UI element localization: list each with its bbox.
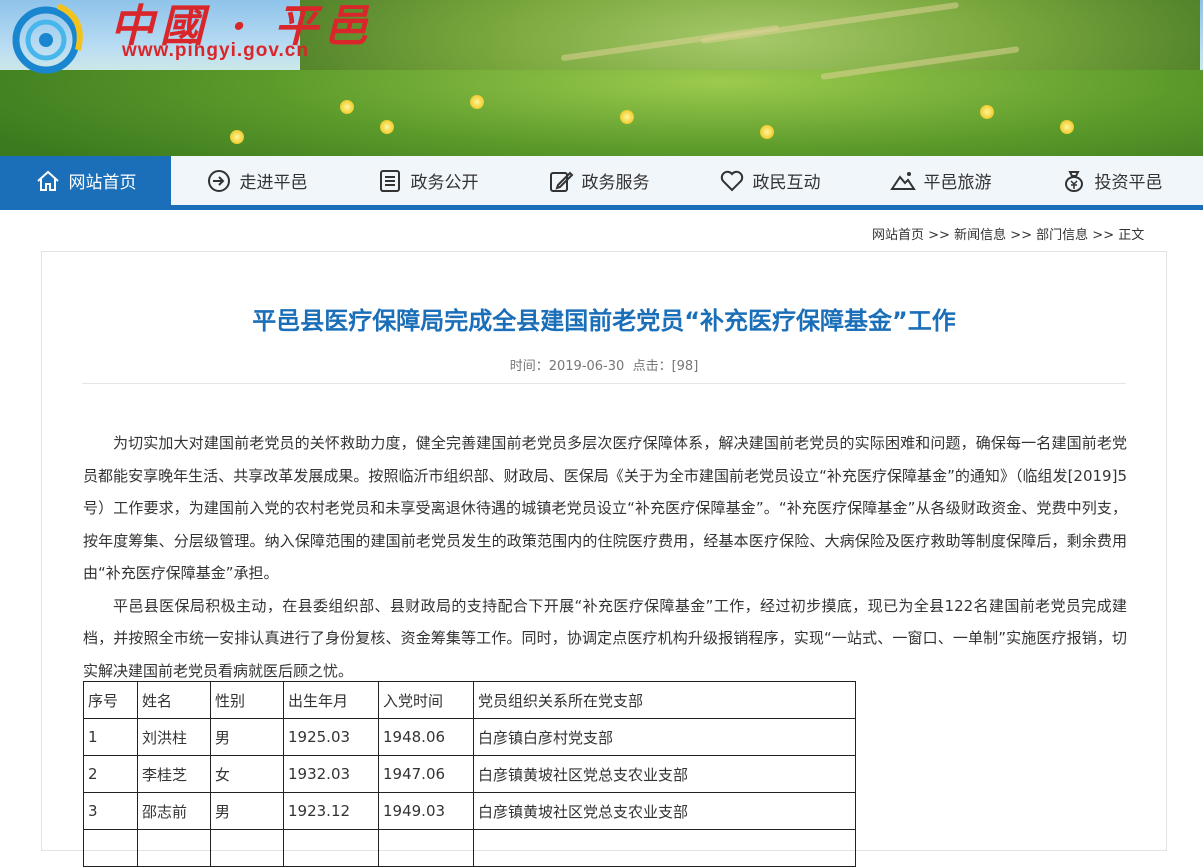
- nav-label: 网站首页: [68, 173, 137, 193]
- table-cell: 白彦镇黄坡社区党总支农业支部: [473, 755, 856, 793]
- table-cell: 男: [210, 718, 284, 756]
- nav-label: 平邑旅游: [923, 173, 992, 193]
- main-nav: 网站首页 走进平邑 政务公开 政务服务 政民互动 平邑旅游 投资平邑: [0, 156, 1203, 210]
- breadcrumb-separator: >>: [1088, 228, 1119, 243]
- nav-label: 政务服务: [581, 173, 650, 193]
- article-panel: 平邑县医疗保障局完成全县建国前老党员“补充医疗保障基金”工作 时间：2019-0…: [41, 251, 1167, 867]
- home-icon: [36, 170, 59, 191]
- table-cell: [283, 829, 379, 867]
- click-count: [98]: [671, 359, 699, 374]
- mountain-icon: [889, 171, 916, 190]
- document-list-icon: [379, 169, 400, 192]
- table-cell: [137, 829, 211, 867]
- table-cell: 1948.06: [378, 718, 474, 756]
- table-header-cell: 姓名: [137, 681, 211, 719]
- table-row: 1 刘洪柱 男 1925.03 1948.06 白彦镇白彦村党支部: [83, 718, 856, 756]
- site-url: www.pingyi.gov.cn: [122, 40, 309, 61]
- nav-item-gov-service[interactable]: 政务服务: [513, 156, 684, 205]
- table-header-cell: 党员组织关系所在党支部: [473, 681, 856, 719]
- edit-pen-icon: [549, 171, 573, 192]
- banner-flower: [980, 105, 994, 119]
- party-member-table: 序号 姓名 性别 出生年月 入党时间 党员组织关系所在党支部 1 刘洪柱 男 1…: [83, 681, 856, 867]
- article-body: 为切实加大对建国前老党员的关怀救助力度，健全完善建国前老党员多层次医疗保障体系，…: [83, 427, 1127, 687]
- paragraph: 为切实加大对建国前老党员的关怀救助力度，健全完善建国前老党员多层次医疗保障体系，…: [83, 434, 1127, 582]
- nav-label: 走进平邑: [239, 173, 308, 193]
- breadcrumb-news-link[interactable]: 新闻信息: [954, 228, 1006, 243]
- breadcrumb-home-link[interactable]: 网站首页: [872, 228, 924, 243]
- table-cell: 1932.03: [283, 755, 379, 793]
- money-bag-icon: [1064, 170, 1083, 192]
- table-cell: [378, 829, 474, 867]
- breadcrumb-separator: >>: [924, 228, 955, 243]
- table-cell: [473, 829, 856, 867]
- table-cell: 1949.03: [378, 792, 474, 830]
- table-cell: 邵志前: [137, 792, 211, 830]
- banner-flower: [230, 130, 244, 144]
- banner-flower: [470, 95, 484, 109]
- table-cell: [83, 829, 138, 867]
- table-cell: [210, 829, 284, 867]
- table-cell: 1925.03: [283, 718, 379, 756]
- banner-flower: [380, 120, 394, 134]
- nav-label: 投资平邑: [1094, 173, 1163, 193]
- site-logo-icon[interactable]: [8, 0, 94, 74]
- banner-flower: [760, 125, 774, 139]
- table-cell: 3: [83, 792, 138, 830]
- table-cell: 男: [210, 792, 284, 830]
- time-label: 时间：: [509, 359, 549, 374]
- clicks-label: 点击：: [632, 359, 672, 374]
- heart-icon: [720, 170, 743, 191]
- banner-field: [0, 70, 1203, 156]
- table-cell: 1947.06: [378, 755, 474, 793]
- article-meta: 时间：2019-06-30 点击：[98]: [42, 355, 1166, 374]
- table-cell: 女: [210, 755, 284, 793]
- nav-item-home[interactable]: 网站首页: [0, 156, 171, 205]
- banner-flower: [620, 110, 634, 124]
- table-cell: 白彦镇白彦村党支部: [473, 718, 856, 756]
- table-cell: 白彦镇黄坡社区党总支农业支部: [473, 792, 856, 830]
- nav-item-tourism[interactable]: 平邑旅游: [855, 156, 1026, 205]
- table-header-cell: 入党时间: [378, 681, 474, 719]
- table-cell: 2: [83, 755, 138, 793]
- nav-label: 政务公开: [410, 173, 479, 193]
- table-cell: 1: [83, 718, 138, 756]
- nav-item-about[interactable]: 走进平邑: [171, 156, 342, 205]
- table-header-cell: 出生年月: [283, 681, 379, 719]
- nav-label: 政民互动: [752, 173, 821, 193]
- table-row: 3 邵志前 男 1923.12 1949.03 白彦镇黄坡社区党总支农业支部: [83, 792, 856, 830]
- table-header-cell: 性别: [210, 681, 284, 719]
- nav-item-interaction[interactable]: 政民互动: [684, 156, 855, 205]
- paragraph: 平邑县医保局积极主动，在县委组织部、县财政局的支持配合下开展“补充医疗保障基金”…: [83, 596, 1127, 680]
- table-header-cell: 序号: [83, 681, 138, 719]
- breadcrumb-separator: >>: [1006, 228, 1037, 243]
- table-cell: 1923.12: [283, 792, 379, 830]
- header-banner: 中國 · 平邑 www.pingyi.gov.cn: [0, 0, 1203, 156]
- article-title: 平邑县医疗保障局完成全县建国前老党员“补充医疗保障基金”工作: [252, 307, 956, 335]
- table-row: 2 李桂芝 女 1932.03 1947.06 白彦镇黄坡社区党总支农业支部: [83, 755, 856, 793]
- banner-flower: [340, 100, 354, 114]
- table-header-row: 序号 姓名 性别 出生年月 入党时间 党员组织关系所在党支部: [83, 681, 856, 719]
- table-row: [83, 829, 856, 867]
- title-divider: [82, 383, 1126, 384]
- banner-flower: [1060, 120, 1074, 134]
- table-cell: 刘洪柱: [137, 718, 211, 756]
- table-cell: 李桂芝: [137, 755, 211, 793]
- breadcrumb: 网站首页 >> 新闻信息 >> 部门信息 >> 正文: [872, 224, 1144, 243]
- nav-item-investment[interactable]: 投资平邑: [1026, 156, 1197, 205]
- enter-arrow-icon: [207, 169, 230, 192]
- publish-date: 2019-06-30: [548, 359, 625, 374]
- nav-item-gov-info[interactable]: 政务公开: [342, 156, 513, 205]
- breadcrumb-current: 正文: [1118, 228, 1145, 243]
- breadcrumb-dept-link[interactable]: 部门信息: [1036, 228, 1088, 243]
